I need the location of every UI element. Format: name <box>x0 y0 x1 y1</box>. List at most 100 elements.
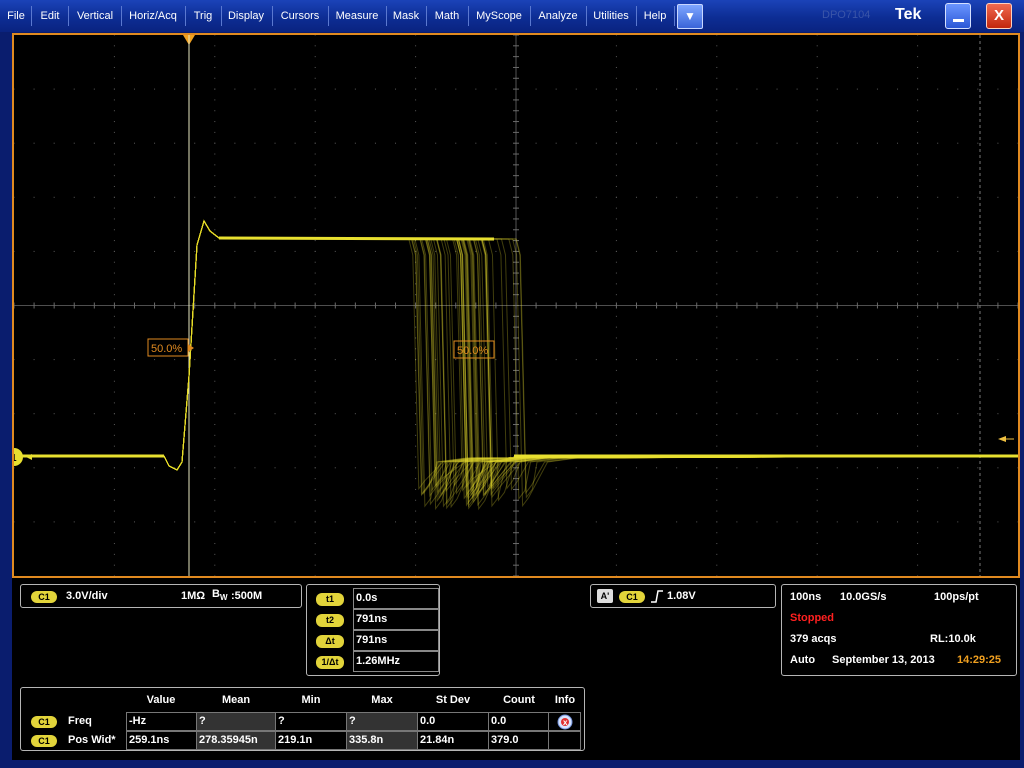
graticule-dot <box>133 88 135 90</box>
graticule-dot <box>234 359 236 361</box>
graticule-dot <box>816 77 818 79</box>
graticule-dot <box>535 88 537 90</box>
graticule-dot <box>917 185 919 187</box>
graticule-dot <box>615 326 617 328</box>
graticule-dot <box>575 359 577 361</box>
menu-edit[interactable]: Edit <box>35 0 65 32</box>
menu-separator <box>328 6 329 26</box>
graticule-dot <box>917 315 919 317</box>
graticule-dot <box>53 142 55 144</box>
graticule-dot <box>113 218 115 220</box>
graticule-dot <box>716 326 718 328</box>
menu-display[interactable]: Display <box>224 0 268 32</box>
graticule-dot <box>856 467 858 469</box>
graticule-dot <box>716 553 718 555</box>
graticule-dot <box>816 553 818 555</box>
graticule-dot <box>555 521 557 523</box>
cursor-inverse-delta-badge: 1/Δt <box>316 656 344 669</box>
menu-help[interactable]: Help <box>640 0 670 32</box>
trigger-level-arrow[interactable] <box>998 436 1006 442</box>
graticule-dot <box>796 359 798 361</box>
graticule-dot <box>615 88 617 90</box>
measurement-name: Freq <box>68 715 92 727</box>
graticule-dot <box>776 196 778 198</box>
channel-1-info[interactable]: C1 3.0V/div 1MΩ BW :500M <box>20 584 302 608</box>
graticule-dot <box>816 218 818 220</box>
graticule-dot <box>334 250 336 252</box>
graticule-dot <box>113 175 115 177</box>
cursor-t2-value: 791ns <box>353 609 439 630</box>
column-header: Value <box>146 694 176 706</box>
graticule-dot <box>816 131 818 133</box>
menu-horiz-acq[interactable]: Horiz/Acq <box>125 0 181 32</box>
close-icon: X <box>993 7 1004 24</box>
graticule-dot <box>113 121 115 123</box>
graticule-dot <box>214 434 216 436</box>
graticule-dot <box>113 131 115 133</box>
measurement-info[interactable]: x <box>548 712 581 731</box>
graticule-dot <box>415 488 417 490</box>
graticule-dot <box>314 424 316 426</box>
graticule-dot <box>816 543 818 545</box>
menu-cursors[interactable]: Cursors <box>276 0 324 32</box>
menu-measure[interactable]: Measure <box>332 0 382 32</box>
graticule-dot <box>374 413 376 415</box>
graticule-dot <box>314 337 316 339</box>
acquisition-count: 379 acqs <box>790 633 837 645</box>
graticule-dot <box>716 510 718 512</box>
graticule-dot <box>1017 413 1018 415</box>
graticule-dot <box>997 196 999 198</box>
graticule-dot <box>575 196 577 198</box>
graticule-dot <box>615 185 617 187</box>
menu-separator <box>468 6 469 26</box>
graticule-dot <box>897 142 899 144</box>
menu-mask[interactable]: Mask <box>390 0 422 32</box>
info-icon[interactable]: x <box>557 714 573 730</box>
model-label: DPO7104 <box>822 9 871 21</box>
graticule-dot <box>776 88 778 90</box>
graticule-dot <box>14 88 15 90</box>
graticule-dot <box>415 402 417 404</box>
graticule-dot <box>354 250 356 252</box>
waveform-display[interactable]: 1 50.0% 50.0% <box>12 33 1020 578</box>
graticule-dot <box>575 142 577 144</box>
menu-utilities[interactable]: Utilities <box>590 0 632 32</box>
menu-analyze[interactable]: Analyze <box>534 0 582 32</box>
graticule-dot <box>314 283 316 285</box>
menu-file[interactable]: File <box>4 0 28 32</box>
graticule-dot <box>977 142 979 144</box>
menu-trig[interactable]: Trig <box>189 0 217 32</box>
menu-math[interactable]: Math <box>430 0 464 32</box>
graticule-dot <box>214 337 216 339</box>
close-button[interactable]: X <box>986 3 1012 29</box>
graticule-dot <box>93 250 95 252</box>
menu-vertical[interactable]: Vertical <box>72 0 118 32</box>
menu-myscope[interactable]: MyScope <box>472 0 526 32</box>
graticule-dot <box>435 196 437 198</box>
graticule-dot <box>917 164 919 166</box>
graticule-dot <box>917 45 919 47</box>
trigger-info[interactable]: A' C1 1.08V <box>590 584 776 608</box>
graticule-dot <box>716 77 718 79</box>
graticule-dot <box>214 413 216 415</box>
measurement-table[interactable]: Value Mean Min Max St Dev Count Info C1 … <box>20 687 585 751</box>
graticule-dot <box>816 250 818 252</box>
cursor-readout[interactable]: t1 0.0s t2 791ns Δt 791ns 1/Δt 1.26MHz <box>306 584 440 676</box>
graticule-dot <box>113 153 115 155</box>
acquisition-info[interactable]: 100ns 10.0GS/s 100ps/pt Stopped 379 acqs… <box>781 584 1017 676</box>
graticule-dot <box>415 467 417 469</box>
menu-dropdown-button[interactable]: ▼ <box>677 4 703 29</box>
graticule-dot <box>796 142 798 144</box>
minimize-button[interactable] <box>945 3 971 29</box>
graticule-dot <box>816 45 818 47</box>
graticule-dot <box>615 478 617 480</box>
graticule-dot <box>615 564 617 566</box>
graticule-dot <box>917 66 919 68</box>
graticule-dot <box>194 467 196 469</box>
graticule-dot <box>113 359 115 361</box>
graticule-dot <box>716 521 718 523</box>
graticule-dot <box>736 521 738 523</box>
graticule-dot <box>555 467 557 469</box>
graticule-dot <box>154 196 156 198</box>
graticule-dot <box>214 142 216 144</box>
